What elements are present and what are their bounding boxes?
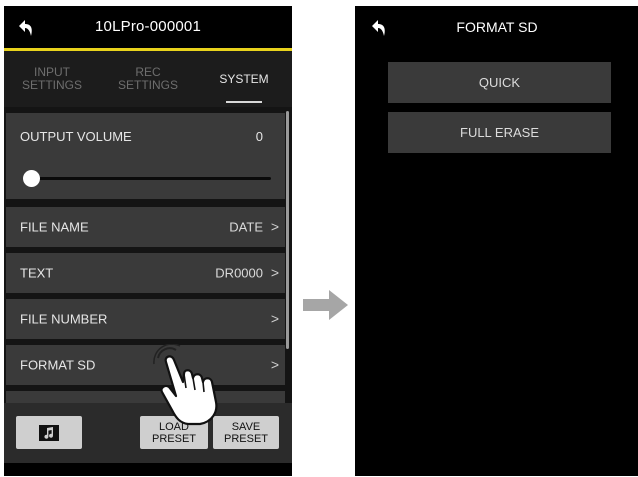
output-volume-label: OUTPUT VOLUME bbox=[20, 129, 132, 144]
scrollbar[interactable] bbox=[286, 111, 289, 349]
text-label: TEXT bbox=[20, 265, 54, 281]
file-name-label: FILE NAME bbox=[20, 219, 89, 235]
tab-system[interactable]: SYSTEM bbox=[196, 51, 292, 107]
settings-list: OUTPUT VOLUME 0 FILE NAME DATE > TEXT DR… bbox=[4, 107, 292, 403]
full-erase-button[interactable]: FULL ERASE bbox=[388, 112, 611, 153]
text-value: DR0000 bbox=[215, 265, 263, 281]
chevron-right-icon: > bbox=[270, 356, 279, 373]
format-sd-title: FORMAT SD bbox=[456, 19, 538, 35]
right-arrow-icon bbox=[303, 290, 348, 320]
format-sd-item[interactable]: FORMAT SD > bbox=[6, 345, 285, 385]
device-title: 10LPro-000001 bbox=[94, 18, 202, 35]
text-item[interactable]: TEXT DR0000 > bbox=[6, 253, 285, 293]
file-name-value: DATE bbox=[229, 219, 263, 235]
tab-input-settings[interactable]: INPUT SETTINGS bbox=[4, 51, 100, 107]
file-number-label: FILE NUMBER bbox=[20, 311, 108, 327]
file-number-item[interactable]: FILE NUMBER > bbox=[6, 299, 285, 339]
chevron-right-icon: > bbox=[270, 310, 279, 327]
output-volume-card: OUTPUT VOLUME 0 bbox=[6, 113, 285, 199]
tab-bar: INPUT SETTINGS REC SETTINGS SYSTEM bbox=[4, 51, 292, 107]
bottom-toolbar: LOAD PRESET SAVE PRESET bbox=[4, 403, 292, 463]
next-item-partial[interactable] bbox=[6, 391, 285, 403]
tapping-hand-icon bbox=[153, 344, 218, 426]
format-sd-label: FORMAT SD bbox=[20, 357, 96, 373]
file-name-item[interactable]: FILE NAME DATE > bbox=[6, 207, 285, 247]
top-bar: 10LPro-000001 bbox=[4, 6, 292, 48]
music-note-icon bbox=[39, 424, 59, 441]
volume-slider-track[interactable] bbox=[28, 177, 271, 180]
right-screen: FORMAT SD QUICK FULL ERASE bbox=[355, 6, 638, 476]
quick-format-button[interactable]: QUICK bbox=[388, 62, 611, 103]
volume-slider-knob[interactable] bbox=[23, 170, 40, 187]
chevron-right-icon: > bbox=[270, 218, 279, 235]
left-screen: 10LPro-000001 INPUT SETTINGS REC SETTING… bbox=[4, 6, 292, 476]
music-button[interactable] bbox=[16, 416, 82, 449]
tab-rec-settings[interactable]: REC SETTINGS bbox=[100, 51, 196, 107]
chevron-right-icon: > bbox=[270, 264, 279, 281]
output-volume-value: 0 bbox=[255, 129, 263, 144]
